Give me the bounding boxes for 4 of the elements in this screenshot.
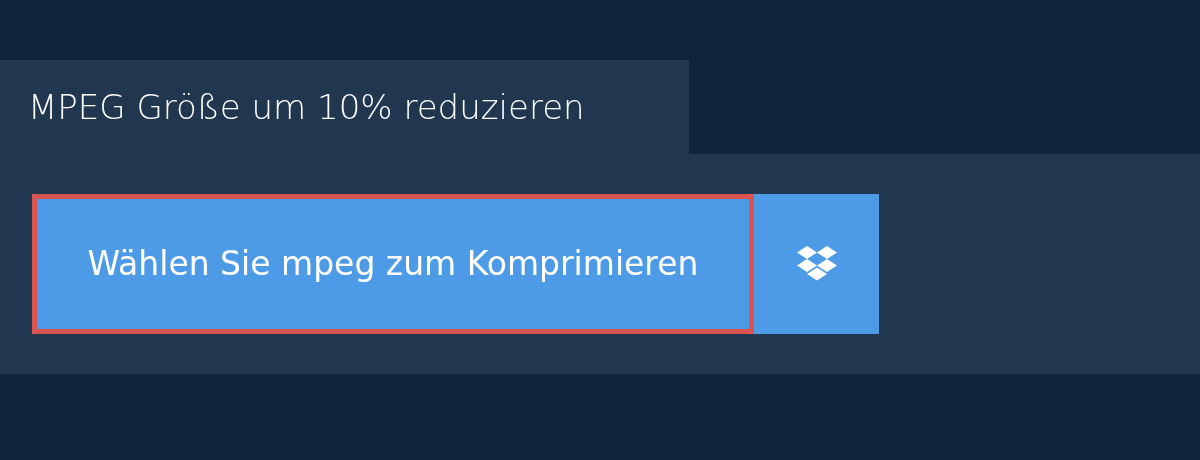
cloud-button[interactable] xyxy=(754,194,879,334)
choose-file-button[interactable]: Wählen Sie mpeg zum Komprimieren xyxy=(32,194,754,334)
page-title: MPEG Größe um 10% reduzieren xyxy=(0,60,689,154)
boxes-icon xyxy=(795,246,838,282)
